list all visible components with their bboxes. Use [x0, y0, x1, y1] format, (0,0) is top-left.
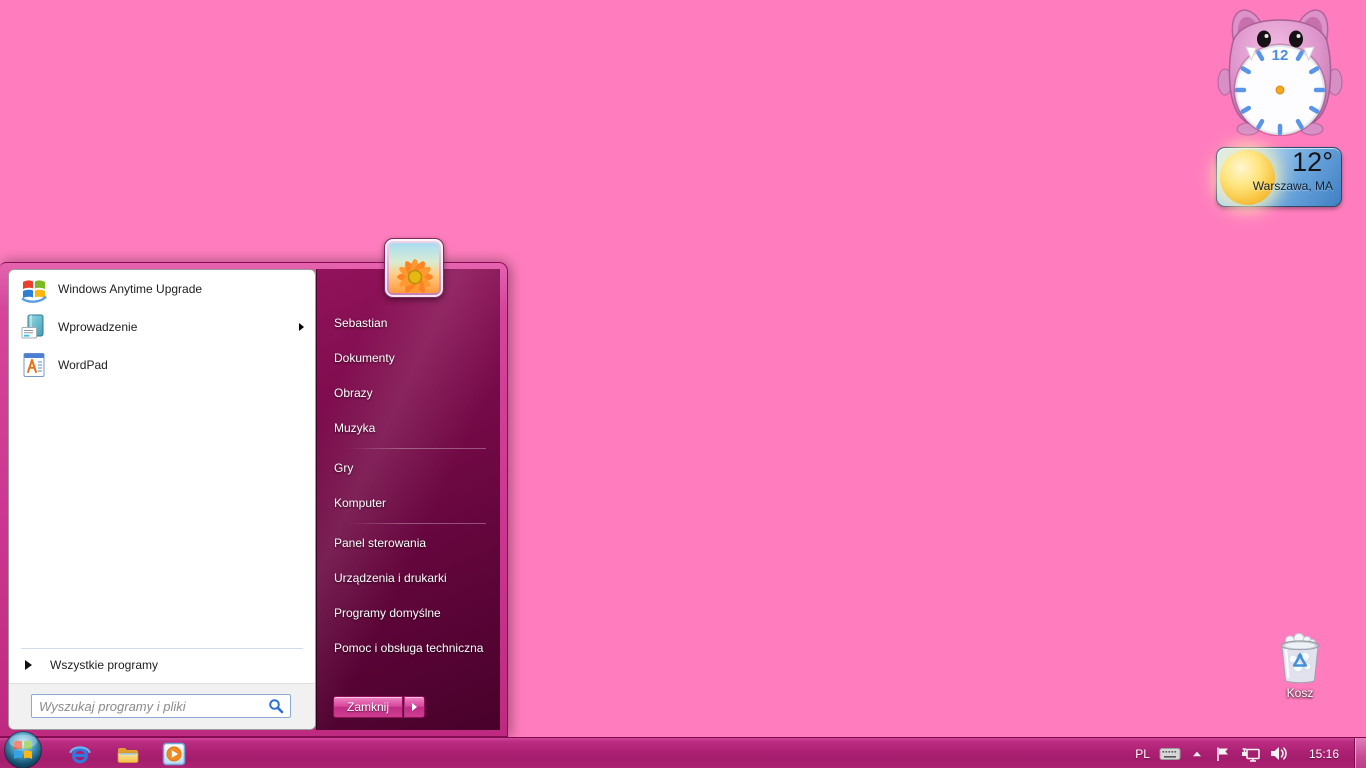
clock[interactable]: 15:16 — [1309, 747, 1339, 761]
volume-icon[interactable] — [1270, 746, 1288, 761]
search-icon[interactable] — [268, 698, 284, 714]
desktop: 12 12° Warszawa, MA — [0, 0, 1366, 768]
menu-item-default-programs[interactable]: Programy domyślne — [317, 596, 500, 631]
search-band — [9, 683, 315, 729]
recycle-bin-icon — [1278, 633, 1322, 685]
start-menu-left-panel: Windows Anytime Upgrade Wprowadzenie — [8, 269, 316, 730]
search-box — [31, 694, 291, 718]
menu-item-games[interactable]: Gry — [317, 451, 500, 486]
network-icon[interactable] — [1241, 746, 1261, 762]
media-player-icon — [162, 742, 186, 766]
start-menu-right-panel: Sebastian Dokumenty Obrazy Muzyka Gry Ko… — [316, 269, 500, 730]
menu-item-pictures[interactable]: Obrazy — [317, 376, 500, 411]
menu-item-music[interactable]: Muzyka — [317, 411, 500, 446]
cat-clock-icon: 12 — [1216, 2, 1344, 136]
menu-item-windows-anytime-upgrade[interactable]: Windows Anytime Upgrade — [9, 270, 315, 308]
menu-item-devices-printers[interactable]: Urządzenia i drukarki — [317, 561, 500, 596]
folder-icon — [115, 742, 139, 766]
all-programs-label: Wszystkie programy — [50, 658, 158, 672]
clock-numeral: 12 — [1272, 47, 1289, 64]
menu-item-control-panel[interactable]: Panel sterowania — [317, 526, 500, 561]
sun-icon — [1220, 150, 1275, 205]
chevron-up-icon — [1192, 750, 1202, 758]
menu-item-computer[interactable]: Komputer — [317, 486, 500, 521]
shutdown-row: Zamknij — [333, 696, 425, 718]
show-desktop-button[interactable] — [1354, 738, 1366, 768]
show-hidden-icons-button[interactable] — [1192, 750, 1202, 758]
recycle-bin[interactable]: Kosz — [1270, 633, 1330, 700]
divider — [21, 648, 303, 649]
cat-clock-gadget[interactable]: 12 — [1216, 2, 1344, 136]
right-panel-list: Sebastian Dokumenty Obrazy Muzyka Gry Ko… — [317, 269, 500, 666]
divider — [347, 523, 486, 524]
all-programs-button[interactable]: Wszystkie programy — [9, 650, 315, 680]
start-menu: Windows Anytime Upgrade Wprowadzenie — [0, 262, 508, 737]
keyboard-layout-icon[interactable] — [1159, 747, 1181, 761]
taskbar: PL — [0, 737, 1366, 768]
start-button[interactable] — [3, 730, 43, 768]
menu-item-label: Windows Anytime Upgrade — [58, 282, 202, 296]
internet-explorer-icon — [68, 742, 92, 766]
menu-item-user[interactable]: Sebastian — [317, 306, 500, 341]
menu-item-help-support[interactable]: Pomoc i obsługa techniczna — [317, 631, 500, 666]
weather-temperature: 12° — [1292, 147, 1333, 178]
recycle-bin-label: Kosz — [1270, 686, 1330, 700]
language-indicator[interactable]: PL — [1135, 747, 1150, 761]
menu-item-label: Wprowadzenie — [58, 320, 137, 334]
submenu-arrow-icon — [299, 323, 304, 331]
file-explorer-button[interactable] — [115, 742, 139, 766]
media-player-button[interactable] — [162, 742, 186, 766]
menu-item-documents[interactable]: Dokumenty — [317, 341, 500, 376]
windows-flag-icon — [19, 274, 49, 304]
taskbar-icons — [68, 738, 186, 768]
start-orb-icon — [3, 730, 43, 768]
weather-location: Warszawa, MA — [1253, 179, 1333, 193]
shutdown-options-button[interactable] — [404, 696, 425, 718]
system-tray: PL — [1135, 738, 1366, 768]
menu-item-label: WordPad — [58, 358, 108, 372]
menu-item-getting-started[interactable]: Wprowadzenie — [9, 308, 315, 346]
action-center-icon[interactable] — [1215, 746, 1231, 762]
divider — [347, 448, 486, 449]
weather-gadget[interactable]: 12° Warszawa, MA — [1216, 147, 1342, 207]
all-programs-arrow-icon — [25, 660, 32, 670]
internet-explorer-button[interactable] — [68, 742, 92, 766]
flower-image — [389, 243, 439, 293]
menu-item-wordpad[interactable]: WordPad — [9, 346, 315, 384]
shutdown-arrow-icon — [412, 703, 417, 711]
search-input[interactable] — [32, 699, 268, 714]
shutdown-button[interactable]: Zamknij — [333, 696, 403, 718]
user-picture[interactable] — [384, 238, 444, 298]
wordpad-icon — [19, 350, 49, 380]
getting-started-icon — [19, 312, 49, 342]
